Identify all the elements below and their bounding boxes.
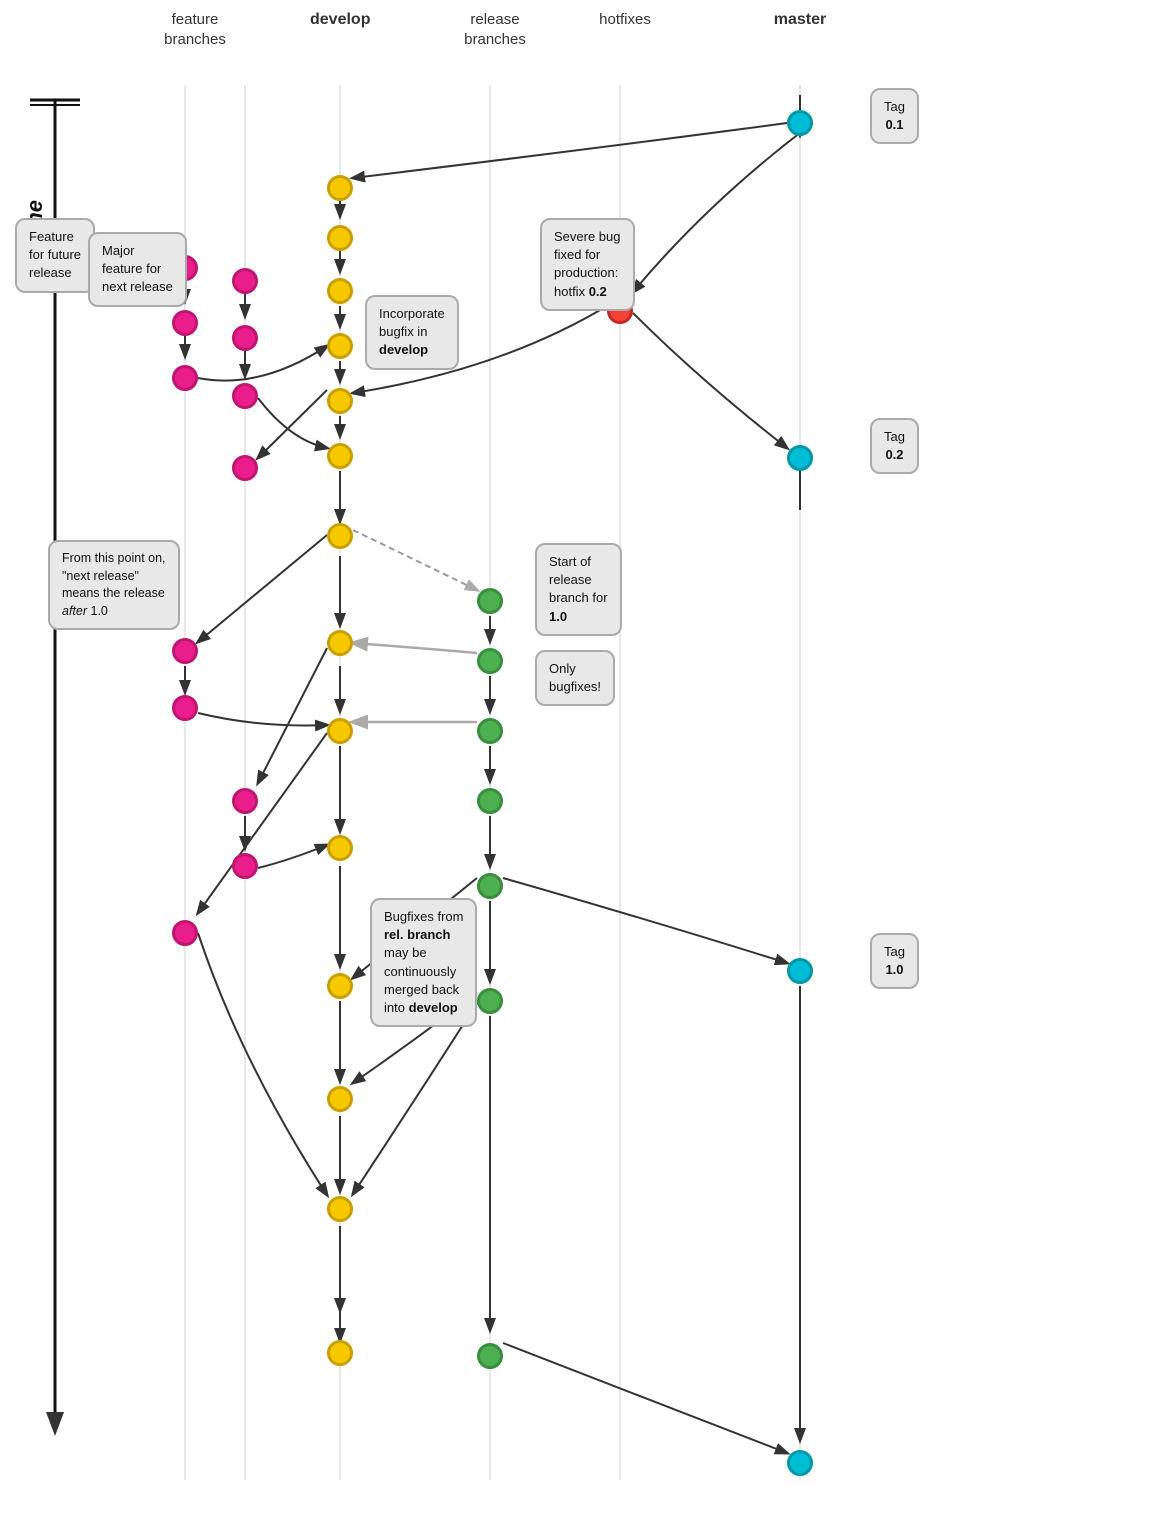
node-develop-7	[327, 523, 353, 549]
node-feature1-2	[172, 310, 198, 336]
node-master-4	[787, 1450, 813, 1476]
node-feature4-3	[172, 920, 198, 946]
node-release-4	[477, 788, 503, 814]
node-develop-10	[327, 835, 353, 861]
callout-from-this-point: From this point on,"next release"means t…	[48, 540, 180, 630]
callout-only-bugfixes-text: Onlybugfixes!	[549, 661, 601, 694]
node-develop-final	[327, 1340, 353, 1366]
node-feature3-1	[172, 638, 198, 664]
node-master-1	[787, 110, 813, 136]
node-develop-11	[327, 973, 353, 999]
callout-incorporate: Incorporatebugfix indevelop	[365, 295, 459, 370]
node-release-6	[477, 988, 503, 1014]
node-feature4-1	[232, 788, 258, 814]
node-develop-1	[327, 175, 353, 201]
node-feature4-2	[232, 853, 258, 879]
col-label-feature: featurebranches	[155, 10, 235, 49]
node-develop-2	[327, 225, 353, 251]
callout-bugfixes-rel-text: Bugfixes fromrel. branchmay becontinuous…	[384, 909, 463, 1015]
callout-major-feature: Majorfeature fornext release	[88, 232, 187, 307]
callout-severe-bug-text: Severe bugfixed forproduction:hotfix 0.2	[554, 229, 621, 299]
node-develop-5	[327, 388, 353, 414]
node-release-2	[477, 648, 503, 674]
node-develop-13	[327, 1196, 353, 1222]
callout-tag-01: Tag 0.1	[870, 88, 919, 144]
callout-severe-bug: Severe bugfixed forproduction:hotfix 0.2	[540, 218, 635, 311]
callout-only-bugfixes: Onlybugfixes!	[535, 650, 615, 706]
callout-bugfixes-rel: Bugfixes fromrel. branchmay becontinuous…	[370, 898, 477, 1027]
callout-incorporate-text: Incorporatebugfix indevelop	[379, 306, 445, 357]
tag-label-01: Tag	[884, 99, 905, 114]
node-develop-3	[327, 278, 353, 304]
col-label-release: releasebranches	[455, 10, 535, 49]
callout-feature-future-text: Featurefor futurerelease	[29, 229, 81, 280]
node-develop-9	[327, 718, 353, 744]
tag-value-10: 1.0	[885, 962, 903, 977]
node-master-3	[787, 958, 813, 984]
node-release-3	[477, 718, 503, 744]
node-develop-12	[327, 1086, 353, 1112]
col-label-master: master	[770, 10, 830, 31]
node-feature2-3	[232, 383, 258, 409]
node-feature1-3	[172, 365, 198, 391]
node-develop-4	[327, 333, 353, 359]
node-release-5	[477, 873, 503, 899]
callout-feature-future: Featurefor futurerelease	[15, 218, 95, 293]
callout-from-this-text: From this point on,"next release"means t…	[62, 551, 166, 618]
node-develop-6	[327, 443, 353, 469]
node-release-final	[477, 1343, 503, 1369]
callout-start-release-text: Start ofreleasebranch for1.0	[549, 554, 608, 624]
tag-label-10: Tag	[884, 944, 905, 959]
node-master-2	[787, 445, 813, 471]
col-label-develop: develop	[310, 10, 370, 31]
node-feature2-4	[232, 455, 258, 481]
node-develop-8	[327, 630, 353, 656]
callout-tag-10: Tag 1.0	[870, 933, 919, 989]
col-label-hotfix: hotfixes	[590, 10, 660, 30]
callout-start-release: Start ofreleasebranch for1.0	[535, 543, 622, 636]
tag-label-02: Tag	[884, 429, 905, 444]
node-feature2-1	[232, 268, 258, 294]
node-release-1	[477, 588, 503, 614]
node-feature2-2	[232, 325, 258, 351]
node-feature3-2	[172, 695, 198, 721]
callout-tag-02: Tag 0.2	[870, 418, 919, 474]
callout-major-feature-text: Majorfeature fornext release	[102, 243, 173, 294]
tag-value-02: 0.2	[885, 447, 903, 462]
tag-value-01: 0.1	[885, 117, 903, 132]
